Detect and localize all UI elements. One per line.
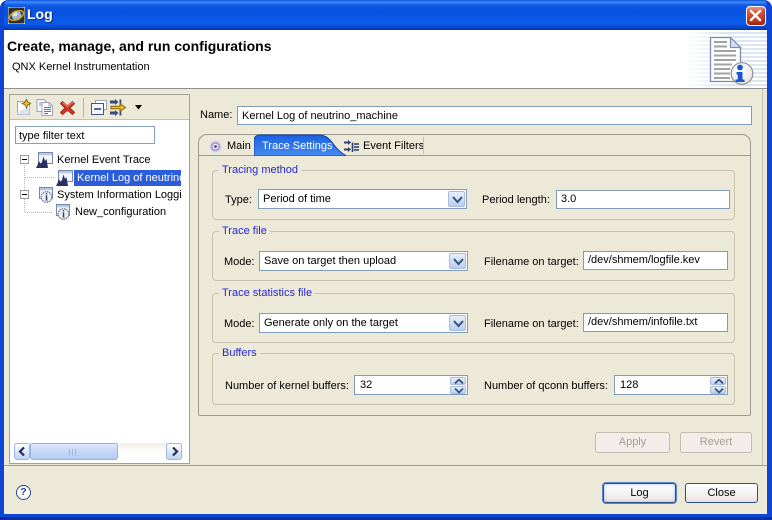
svg-text:i: i xyxy=(62,210,65,221)
svg-text:i: i xyxy=(45,193,48,204)
